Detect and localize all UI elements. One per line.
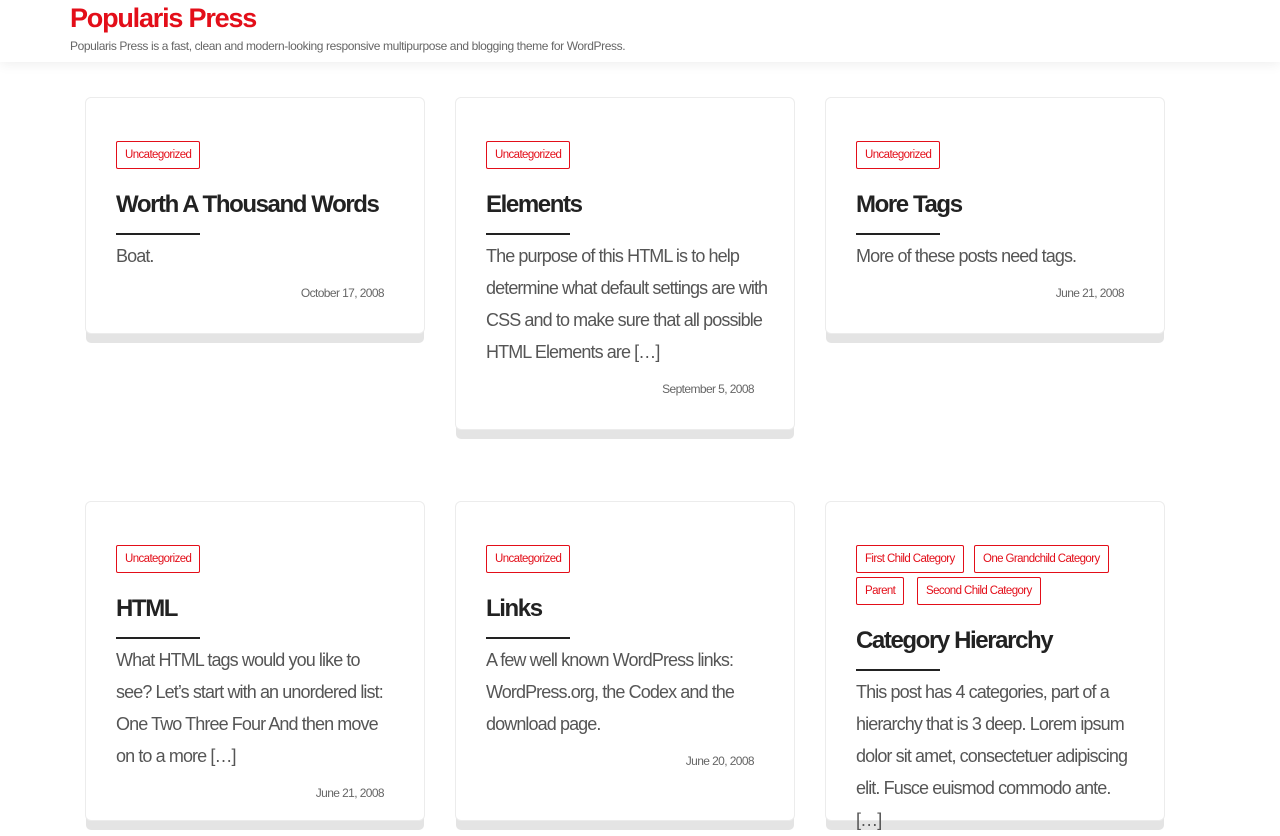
post-excerpt: The purpose of this HTML is to help dete…: [486, 246, 768, 362]
category-tag[interactable]: Uncategorized: [116, 545, 201, 573]
category-tag[interactable]: Uncategorized: [116, 141, 201, 169]
post-date[interactable]: June 20, 2008: [686, 753, 755, 769]
title-divider: [486, 233, 570, 235]
post-card: Uncategorized HTML What HTML tags would …: [85, 501, 425, 821]
post-title[interactable]: Worth A Thousand Words: [116, 190, 380, 220]
title-divider: [856, 233, 940, 235]
category-tag[interactable]: One Grandchild Category: [974, 545, 1109, 573]
title-divider: [116, 233, 200, 235]
post-card: Uncategorized Links A few well known Wor…: [455, 501, 795, 821]
post-excerpt: What HTML tags would you like to see? Le…: [116, 650, 384, 766]
post-excerpt: This post has 4 categories, part of a hi…: [856, 682, 1128, 830]
category-tag[interactable]: Second Child Category: [917, 577, 1041, 605]
title-divider: [486, 637, 570, 639]
post-title[interactable]: Links: [486, 594, 543, 624]
post-card: Uncategorized Worth A Thousand Words Boa…: [85, 97, 425, 334]
post-excerpt: Boat.: [116, 246, 154, 266]
post-excerpt: A few well known WordPress links: WordPr…: [486, 650, 735, 734]
post-card: Uncategorized Elements The purpose of th…: [455, 97, 795, 430]
category-tag[interactable]: Uncategorized: [486, 545, 571, 573]
post-date[interactable]: June 21, 2008: [1056, 285, 1125, 301]
post-date[interactable]: October 17, 2008: [301, 285, 385, 301]
post-date[interactable]: September 5, 2008: [662, 381, 754, 397]
category-tag[interactable]: Uncategorized: [486, 141, 571, 169]
category-tag[interactable]: First Child Category: [856, 545, 964, 573]
title-divider: [856, 669, 940, 671]
title-divider: [116, 637, 200, 639]
post-excerpt: More of these posts need tags.: [856, 246, 1077, 266]
post-title[interactable]: HTML: [116, 594, 178, 624]
post-title[interactable]: More Tags: [856, 190, 963, 220]
category-tag[interactable]: Uncategorized: [856, 141, 941, 169]
post-title[interactable]: Elements: [486, 190, 583, 220]
post-card: First Child Category One Grandchild Cate…: [825, 501, 1165, 830]
category-tag[interactable]: Parent: [856, 577, 905, 605]
site-title-link[interactable]: Popularis Press: [70, 1, 257, 35]
post-date[interactable]: June 21, 2008: [316, 785, 385, 801]
site-tagline: Popularis Press is a fast, clean and mod…: [70, 39, 626, 53]
post-card: Uncategorized More Tags More of these po…: [825, 97, 1165, 334]
site-header: Popularis Press Popularis Press is a fas…: [0, 0, 1280, 62]
post-title[interactable]: Category Hierarchy: [856, 626, 1054, 656]
